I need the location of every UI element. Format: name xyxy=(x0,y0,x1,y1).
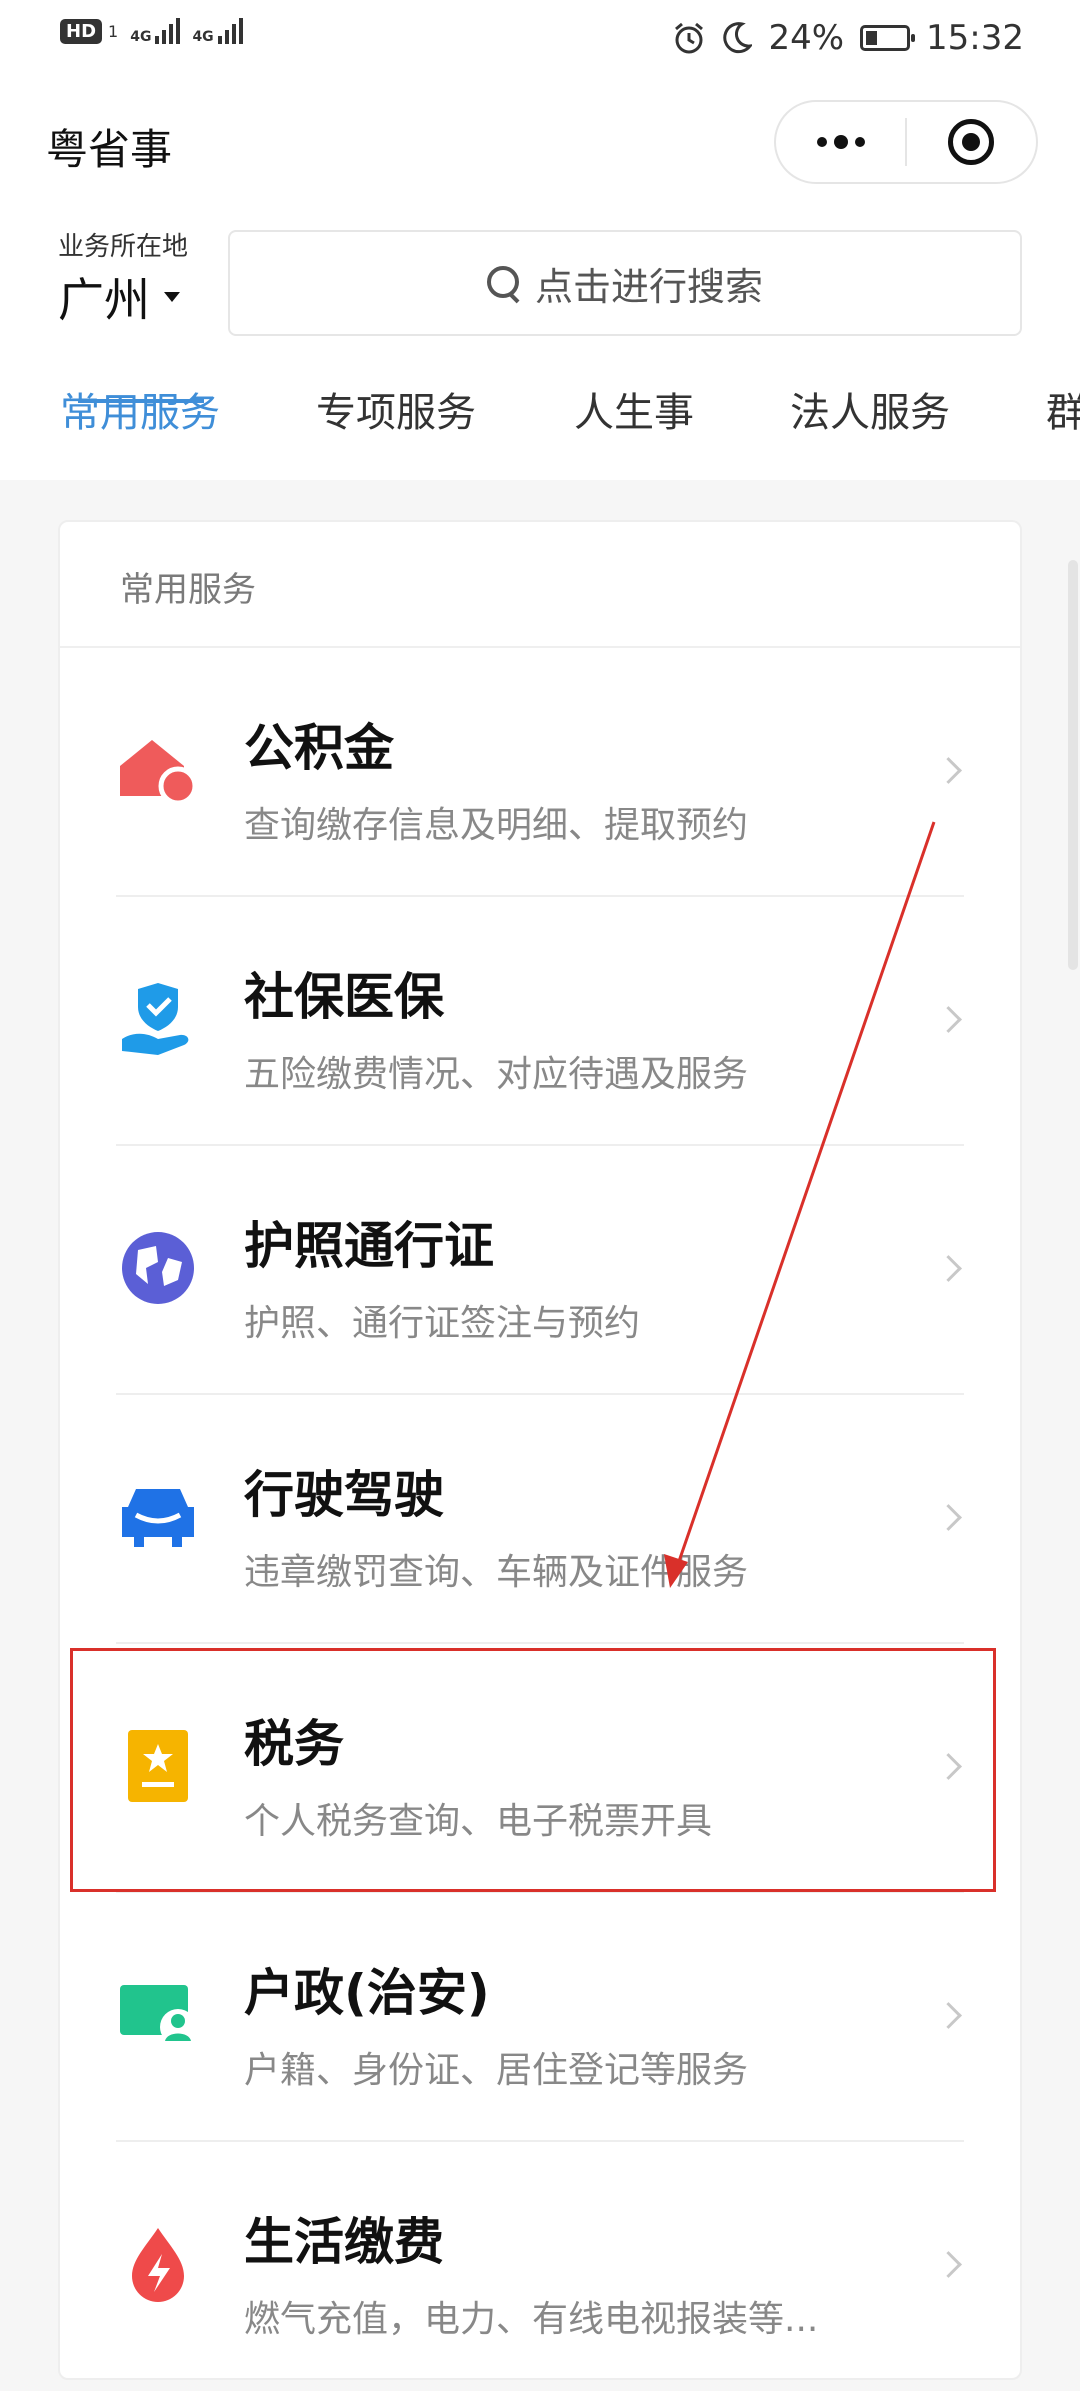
service-item-driving[interactable]: 行驶驾驶 违章缴罚查询、车辆及证件服务 xyxy=(60,1395,1020,1644)
car-icon xyxy=(122,1489,194,1547)
signal-bars-icon xyxy=(155,18,181,44)
tab-group[interactable]: 群 xyxy=(1046,380,1080,438)
signal-bars-icon xyxy=(217,18,243,44)
highlight-box-tax xyxy=(70,1648,996,1892)
alarm-icon xyxy=(675,22,704,54)
status-bar: HD 1 4G 4G 24% 15:32 xyxy=(0,0,1080,80)
item-desc: 查询缴存信息及明细、提取预约 xyxy=(244,805,749,846)
item-desc: 户籍、身份证、居住登记等服务 xyxy=(244,2050,749,2091)
more-button[interactable] xyxy=(776,102,905,182)
status-left: HD 1 4G 4G xyxy=(60,18,243,44)
city-name: 广州 xyxy=(58,273,150,327)
header: 粤省事 业务所在地 广州 点击进行搜索 常用服务 专项服务 人生事 法人服务 群 xyxy=(0,80,1080,480)
tab-bar: 常用服务 专项服务 人生事 法人服务 群 xyxy=(0,380,1080,480)
hd-sub: 1 xyxy=(108,21,119,41)
card-title: 常用服务 xyxy=(120,570,256,610)
shield-hand-icon xyxy=(122,983,189,1055)
item-title: 生活缴费 xyxy=(244,2213,444,2271)
chevron-right-icon xyxy=(935,757,962,784)
moon-icon xyxy=(723,22,753,54)
status-right: 24% 15:32 xyxy=(672,18,1024,58)
utility-drop-icon xyxy=(132,2228,184,2302)
city-selector[interactable]: 广州 xyxy=(58,264,180,330)
signal-1: 4G xyxy=(130,18,181,45)
item-title: 行驶驾驶 xyxy=(244,1466,444,1524)
tab-common-services[interactable]: 常用服务 xyxy=(60,380,220,438)
service-item-passport[interactable]: 护照通行证 护照、通行证签注与预约 xyxy=(60,1146,1020,1395)
active-tab-indicator xyxy=(78,399,204,403)
tab-corporate-services[interactable]: 法人服务 xyxy=(790,380,950,438)
caret-down-icon xyxy=(164,292,180,302)
chevron-right-icon xyxy=(935,1255,962,1282)
tab-special-services[interactable]: 专项服务 xyxy=(316,380,476,438)
service-card: 常用服务 公积金 查询缴存信息及明细、提取预约 社保医保 五险缴费情况、对应待遇… xyxy=(58,520,1022,2380)
search-placeholder: 点击进行搜索 xyxy=(534,264,763,309)
tab-life-events[interactable]: 人生事 xyxy=(574,380,694,438)
house-icon xyxy=(120,740,198,806)
item-title: 护照通行证 xyxy=(244,1217,494,1275)
item-desc: 护照、通行证签注与预约 xyxy=(244,1303,641,1344)
item-title: 社保医保 xyxy=(244,968,444,1026)
clock: 15:32 xyxy=(926,18,1024,58)
hd-badge: HD xyxy=(60,18,103,44)
service-item-housing-fund[interactable]: 公积金 查询缴存信息及明细、提取预约 xyxy=(60,648,1020,897)
item-desc: 燃气充值，电力、有线电视报装等... xyxy=(244,2299,819,2340)
network-type-1: 4G xyxy=(130,29,152,45)
signal-2: 4G xyxy=(192,18,243,45)
item-title: 公积金 xyxy=(244,719,394,777)
service-item-household[interactable]: 户政(治安) 户籍、身份证、居住登记等服务 xyxy=(60,1893,1020,2142)
battery-icon xyxy=(860,25,916,51)
id-card-icon xyxy=(120,1985,196,2045)
search-input[interactable]: 点击进行搜索 xyxy=(228,230,1022,336)
item-desc: 五险缴费情况、对应待遇及服务 xyxy=(244,1054,749,1095)
network-type-2: 4G xyxy=(192,29,214,45)
chevron-right-icon xyxy=(935,2251,962,2278)
search-icon xyxy=(486,266,521,300)
service-item-social-security[interactable]: 社保医保 五险缴费情况、对应待遇及服务 xyxy=(60,897,1020,1146)
item-desc: 违章缴罚查询、车辆及证件服务 xyxy=(244,1552,749,1593)
mini-program-capsule xyxy=(774,100,1038,184)
chevron-right-icon xyxy=(935,2002,962,2029)
close-mini-program-button[interactable] xyxy=(907,102,1036,182)
globe-icon xyxy=(122,1232,194,1304)
chevron-right-icon xyxy=(935,1006,962,1033)
page-title: 粤省事 xyxy=(46,125,173,174)
scrollbar[interactable] xyxy=(1068,560,1078,970)
battery-percent: 24% xyxy=(768,18,845,58)
service-item-utilities[interactable]: 生活缴费 燃气充值，电力、有线电视报装等... xyxy=(60,2142,1020,2391)
chevron-right-icon xyxy=(935,1504,962,1531)
target-icon xyxy=(948,119,995,165)
more-dots-icon xyxy=(816,135,865,149)
item-title: 户政(治安) xyxy=(244,1964,490,2022)
location-label: 业务所在地 xyxy=(58,232,189,262)
